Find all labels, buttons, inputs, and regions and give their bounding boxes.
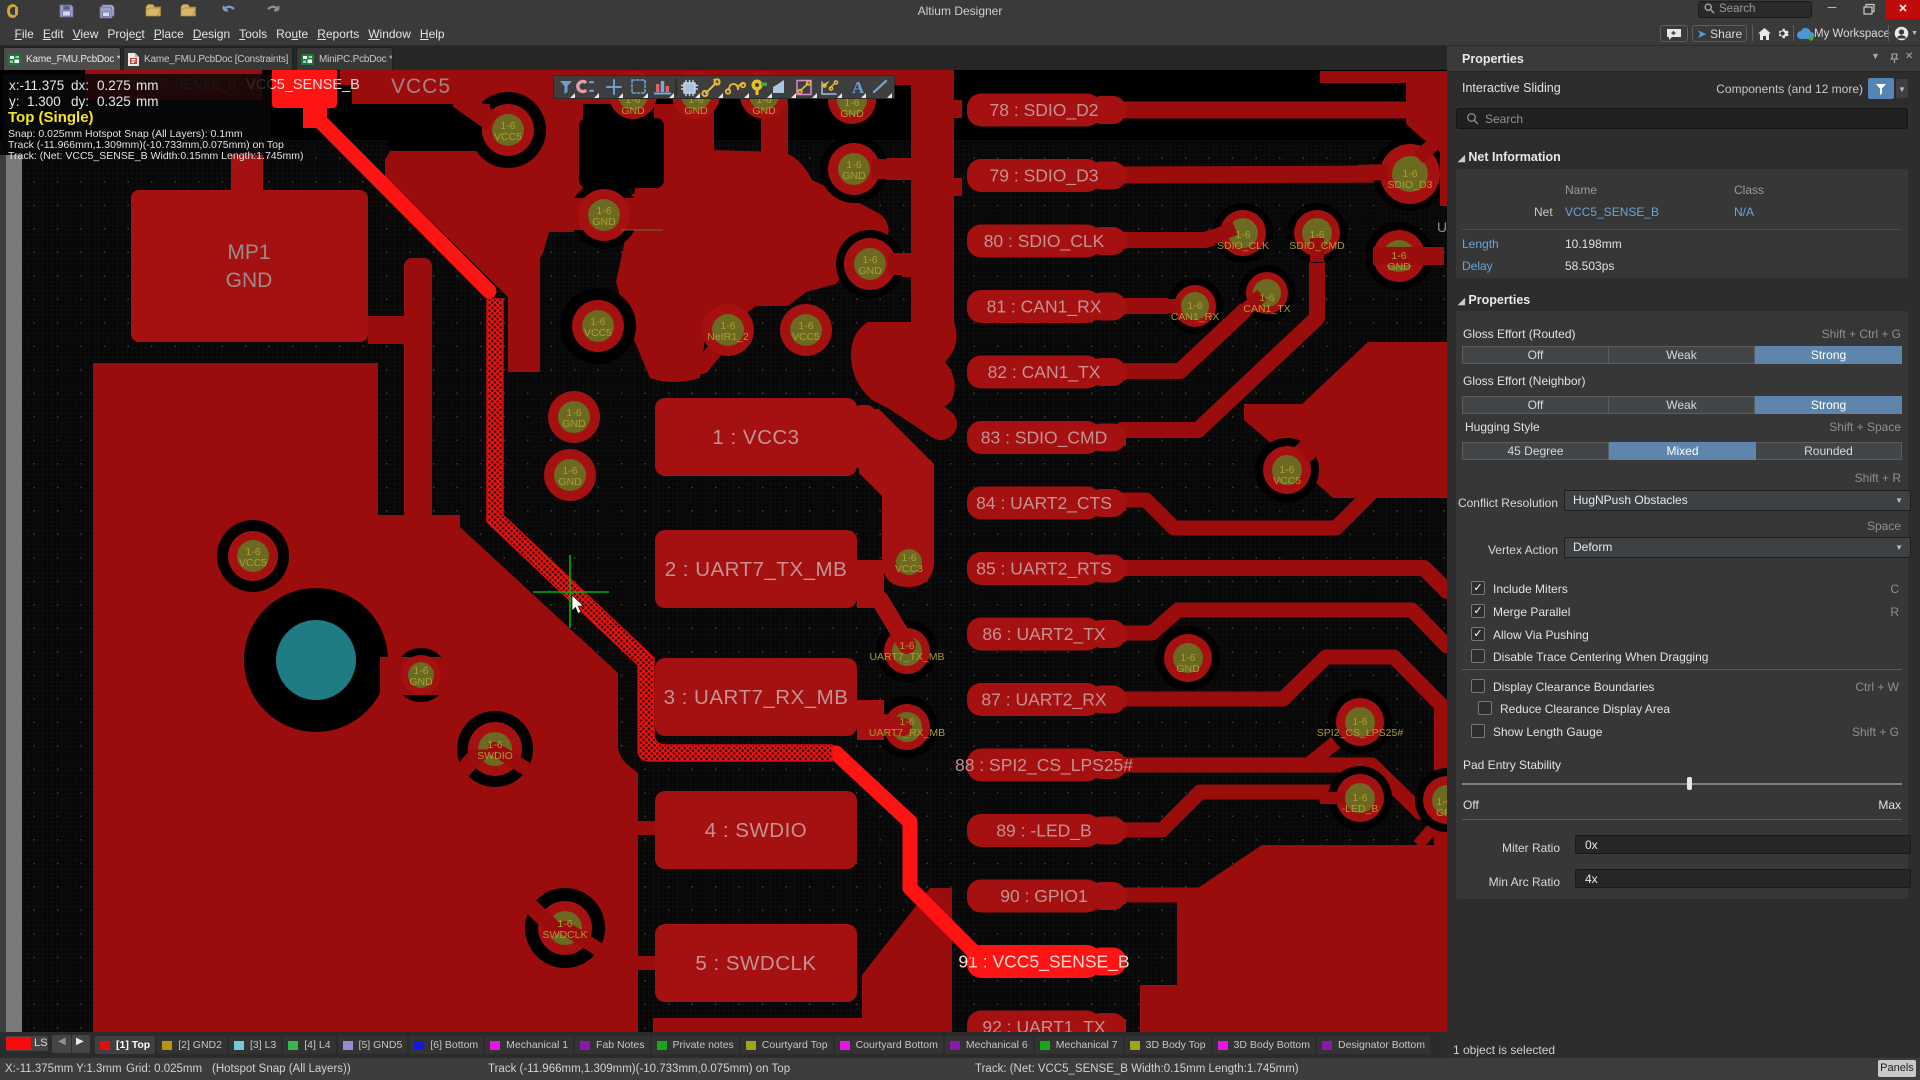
svg-text:81 : CAN1_RX: 81 : CAN1_RX — [987, 297, 1102, 318]
svg-text:-LED_B: -LED_B — [1342, 803, 1379, 815]
svg-text:NetR1_2: NetR1_2 — [707, 331, 749, 343]
svg-text:VCC5: VCC5 — [792, 331, 820, 343]
svg-text:GND: GND — [592, 216, 616, 228]
svg-text:85 : UART2_RTS: 85 : UART2_RTS — [976, 559, 1112, 580]
svg-text:SDIO_CMD: SDIO_CMD — [1289, 240, 1345, 252]
svg-text:VCC3: VCC3 — [895, 563, 923, 575]
svg-text:GND: GND — [558, 476, 582, 488]
svg-text:87 : UART2_RX: 87 : UART2_RX — [981, 690, 1106, 711]
svg-text:SDIO_D3: SDIO_D3 — [1388, 179, 1433, 191]
svg-text:1 : VCC3: 1 : VCC3 — [712, 426, 799, 449]
svg-text:GND: GND — [621, 105, 645, 117]
svg-text:GR: GR — [1436, 807, 1447, 819]
svg-text:89 : -LED_B: 89 : -LED_B — [996, 821, 1091, 842]
svg-text:90 : GPIO1: 90 : GPIO1 — [1000, 886, 1088, 906]
svg-text:CAN1_RX: CAN1_RX — [1171, 311, 1219, 323]
svg-text:GND: GND — [858, 265, 882, 277]
svg-text:92 : UART1_TX: 92 : UART1_TX — [982, 1017, 1106, 1032]
svg-text:84 : UART2_CTS: 84 : UART2_CTS — [976, 493, 1112, 514]
svg-text:VCC5: VCC5 — [1273, 475, 1301, 487]
svg-text:VCC5: VCC5 — [584, 327, 612, 339]
svg-text:GND: GND — [684, 105, 708, 117]
svg-text:UA: UA — [1437, 219, 1447, 235]
svg-text:A: A — [852, 78, 865, 97]
svg-text:GND: GND — [842, 170, 866, 182]
svg-text:UART7_RX_MB: UART7_RX_MB — [869, 727, 945, 739]
svg-text:2 : UART7_TX_MB: 2 : UART7_TX_MB — [665, 558, 848, 581]
svg-text:GND: GND — [1176, 663, 1200, 675]
svg-text:79 : SDIO_D3: 79 : SDIO_D3 — [990, 166, 1099, 187]
svg-text:VCC5: VCC5 — [391, 75, 451, 98]
svg-text:GND: GND — [226, 269, 273, 292]
svg-text:4 : SWDIO: 4 : SWDIO — [705, 819, 807, 842]
svg-text:GND: GND — [1387, 261, 1411, 273]
svg-text:SWDCLK: SWDCLK — [543, 929, 588, 941]
svg-text:86 : UART2_TX: 86 : UART2_TX — [982, 624, 1106, 645]
svg-text:83 : SDIO_CMD: 83 : SDIO_CMD — [981, 428, 1107, 449]
svg-text:GND: GND — [409, 676, 433, 688]
svg-text:VCC5: VCC5 — [494, 131, 522, 143]
svg-text:CAN1_TX: CAN1_TX — [1243, 303, 1290, 315]
svg-text:GND: GND — [840, 108, 864, 120]
svg-text:MP1: MP1 — [227, 241, 270, 264]
svg-text:3 : UART7_RX_MB: 3 : UART7_RX_MB — [664, 686, 849, 709]
svg-text:VCC5: VCC5 — [239, 557, 267, 569]
svg-text:88 : SPI2_CS_LPS25#: 88 : SPI2_CS_LPS25# — [955, 755, 1133, 776]
svg-text:UART7_TX_MB: UART7_TX_MB — [869, 651, 944, 663]
svg-text:80 : SDIO_CLK: 80 : SDIO_CLK — [984, 231, 1105, 252]
svg-text:GND: GND — [562, 418, 586, 430]
svg-text:78 : SDIO_D2: 78 : SDIO_D2 — [990, 100, 1099, 121]
svg-text:GND: GND — [752, 105, 776, 117]
svg-text:5 : SWDCLK: 5 : SWDCLK — [695, 952, 816, 975]
svg-text:82 : CAN1_TX: 82 : CAN1_TX — [988, 362, 1101, 383]
svg-text:91 : VCC5_SENSE_B: 91 : VCC5_SENSE_B — [958, 952, 1129, 973]
svg-text:SDIO_CLK: SDIO_CLK — [1217, 240, 1269, 252]
svg-text:SPI2_CS_LPS25#: SPI2_CS_LPS25# — [1317, 727, 1404, 739]
svg-text:SWDIO: SWDIO — [477, 750, 513, 762]
